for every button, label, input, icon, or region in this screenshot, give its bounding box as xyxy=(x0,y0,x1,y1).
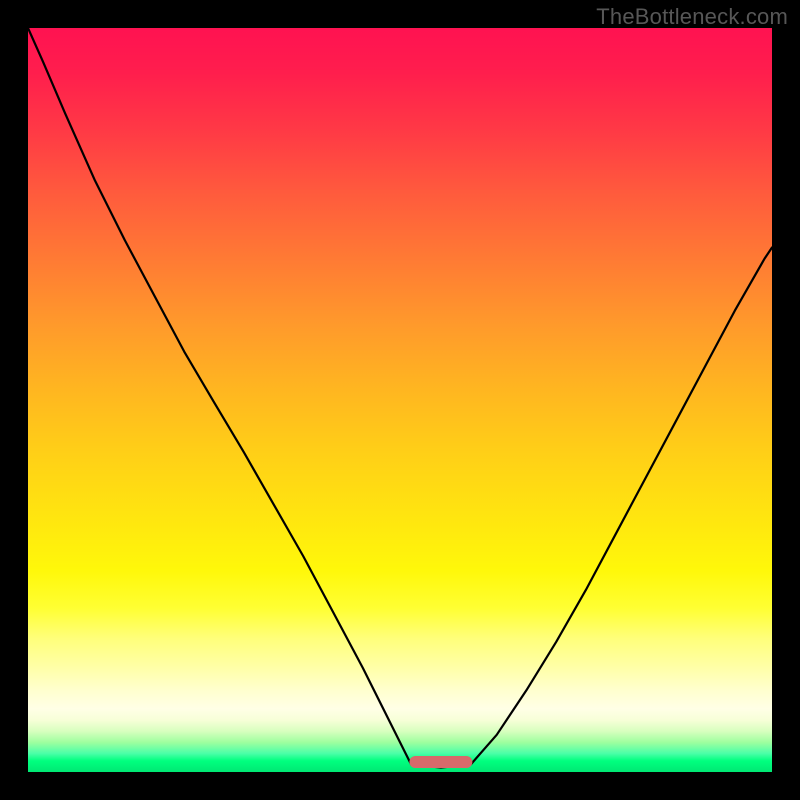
plot-area xyxy=(28,28,772,772)
watermark-text: TheBottleneck.com xyxy=(596,4,788,30)
bottleneck-curve xyxy=(28,28,772,772)
chart-frame: TheBottleneck.com xyxy=(0,0,800,800)
minimum-marker xyxy=(409,756,472,768)
curve-path xyxy=(28,28,772,768)
